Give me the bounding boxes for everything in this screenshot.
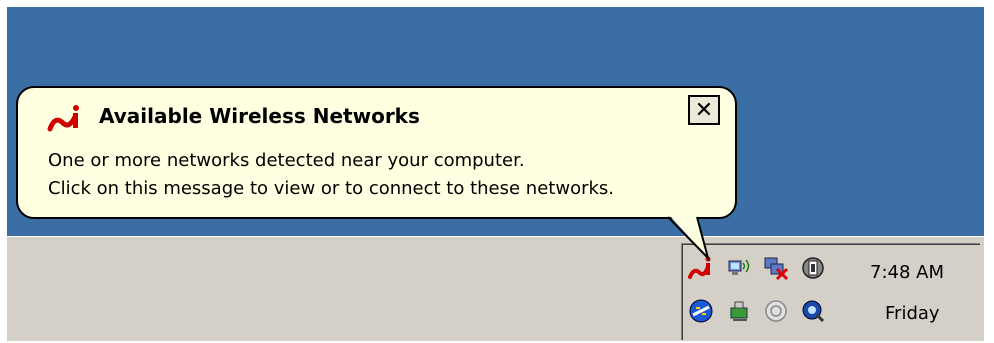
volume-icon[interactable]: [763, 298, 789, 324]
clock-time[interactable]: 7:48 AM: [870, 262, 944, 283]
search-icon[interactable]: [800, 298, 826, 324]
close-button[interactable]: ✕: [688, 95, 720, 125]
balloon-message-line-2: Click on this message to view or to conn…: [48, 178, 615, 199]
clock-day: Friday: [885, 303, 940, 324]
security-shield-icon[interactable]: [800, 255, 826, 281]
wireless-connection-icon[interactable]: [727, 255, 753, 281]
network-disconnected-icon[interactable]: [763, 255, 789, 281]
wireless-utility-icon[interactable]: [688, 255, 714, 281]
close-icon: ✕: [694, 97, 714, 123]
balloon-message-line-1: One or more networks detected near your …: [48, 150, 525, 171]
network-adapter-icon[interactable]: [688, 298, 714, 324]
wireless-utility-logo-icon: [47, 105, 79, 132]
hardware-icon[interactable]: [727, 298, 753, 324]
system-tray: [681, 243, 980, 340]
balloon-title: Available Wireless Networks: [99, 104, 420, 128]
